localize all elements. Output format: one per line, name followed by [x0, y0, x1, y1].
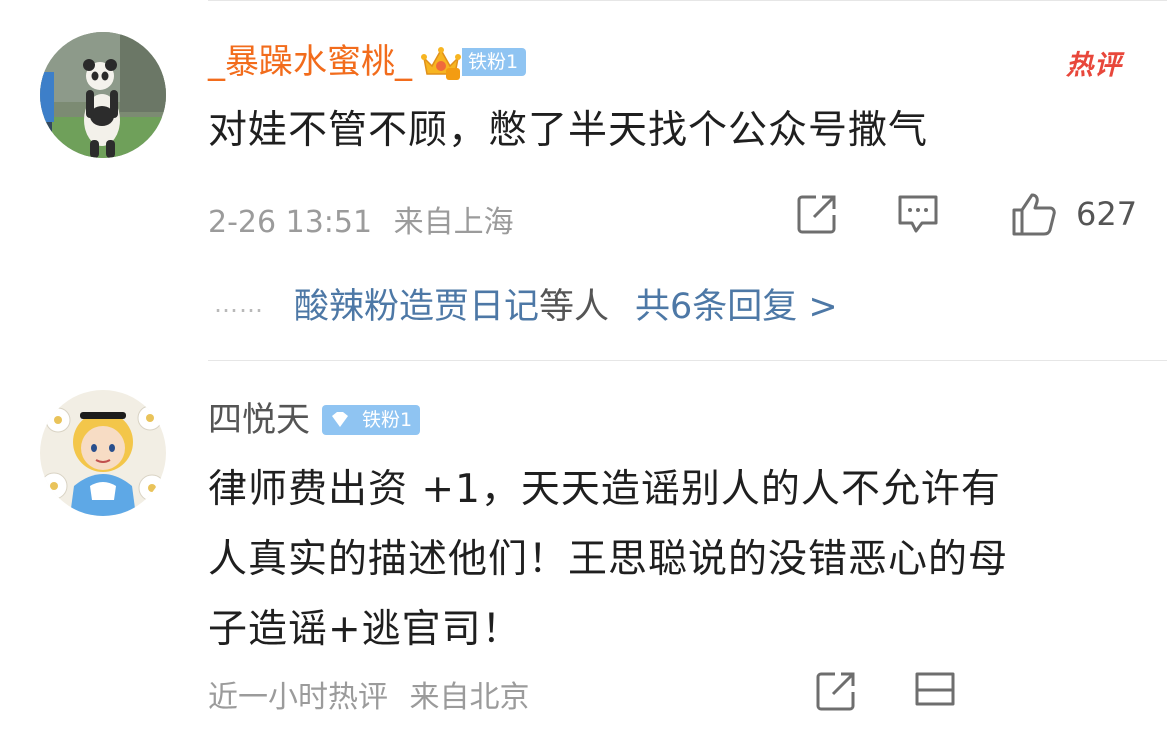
- comment-time: 近一小时热评: [208, 680, 388, 715]
- reply-suffix: 等人: [539, 287, 610, 327]
- avatar[interactable]: [40, 32, 166, 158]
- thumbs-up-icon[interactable]: [1010, 192, 1056, 236]
- fan-badge[interactable]: 铁粉1: [420, 44, 527, 80]
- reply-names[interactable]: 酸辣粉造贾日记: [294, 278, 539, 329]
- fan-badge[interactable]: 铁粉1: [322, 405, 421, 435]
- comment-text-line: 子造谣+逃官司！: [208, 607, 522, 652]
- username[interactable]: 四悦天: [208, 398, 310, 442]
- comment-icon[interactable]: [896, 193, 940, 235]
- comment-location: 来自上海: [393, 205, 514, 240]
- like-count: 627: [1076, 195, 1138, 233]
- fan-badge-label: 铁粉1: [462, 48, 527, 76]
- crown-icon: [421, 47, 461, 80]
- comment-actions: 627: [796, 192, 1137, 236]
- comment-meta: 2-26 13:51 来自上海: [208, 197, 514, 241]
- comment-text: 律师费出资 +1，天天造谣别人的人不允许有 人真实的描述他们！王思聪说的没错恶心…: [208, 455, 1137, 665]
- reply-count-link[interactable]: 共6条回复 >: [635, 278, 838, 329]
- comment-icon[interactable]: [913, 670, 957, 712]
- share-icon[interactable]: [796, 193, 838, 235]
- user-row: _暴躁水蜜桃_ 铁粉1: [208, 40, 527, 84]
- fan-badge-label: 铁粉1: [356, 405, 421, 435]
- comment-text-line: 律师费出资 +1，天天造谣别人的人不允许有: [208, 467, 1001, 512]
- comment-actions: [815, 670, 957, 712]
- comment-divider: [208, 360, 1167, 361]
- reply-summary[interactable]: …… 酸辣粉造贾日记 等人 共6条回复 >: [214, 278, 838, 329]
- hot-comment-tag: 热评: [1066, 50, 1122, 81]
- avatar[interactable]: [40, 390, 166, 516]
- user-row: 四悦天 铁粉1: [208, 398, 421, 442]
- comment-text: 对娃不管不顾，憋了半天找个公众号撒气: [208, 108, 929, 153]
- comment-location: 来自北京: [409, 680, 530, 715]
- top-divider: [208, 0, 1167, 1]
- reply-dots: ……: [214, 289, 264, 318]
- comment-time: 2-26 13:51: [208, 205, 373, 240]
- share-icon[interactable]: [815, 670, 857, 712]
- comment-meta: 近一小时热评 来自北京: [208, 672, 530, 716]
- username[interactable]: _暴躁水蜜桃_: [208, 40, 412, 84]
- comment-text-line: 人真实的描述他们！王思聪说的没错恶心的母: [208, 537, 1009, 582]
- diamond-icon: [322, 405, 356, 435]
